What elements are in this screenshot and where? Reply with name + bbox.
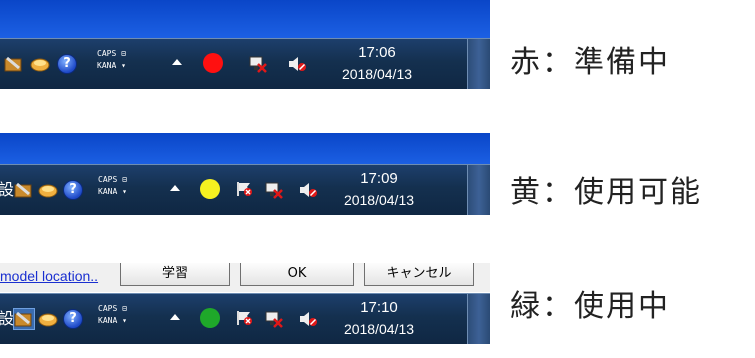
tray-tool-icon[interactable] <box>4 54 24 74</box>
system-tray: 設 ? CAPS ⊟ KANA ▾ 17:09 2018/04/13 <box>0 165 455 215</box>
desktop-background <box>0 133 490 165</box>
truncated-app-label: 設 <box>0 309 15 328</box>
desktop-background <box>0 0 490 38</box>
help-icon[interactable]: ? <box>63 180 83 200</box>
clock-time: 17:06 <box>358 44 396 61</box>
ime-status[interactable]: CAPS ⊟ KANA ▾ <box>98 174 127 198</box>
status-dot-green-icon <box>200 308 220 328</box>
clock-date: 2018/04/13 <box>341 66 413 82</box>
action-center-flag-icon[interactable] <box>236 310 254 326</box>
caps-indicator: CAPS ⊟ <box>98 304 127 313</box>
truncated-app-label: 設 <box>0 180 15 199</box>
cancel-button[interactable]: キャンセル <box>364 263 474 286</box>
ime-status[interactable]: CAPS ⊟ KANA ▾ <box>97 48 126 72</box>
network-disconnected-icon[interactable] <box>248 54 268 74</box>
kana-indicator: KANA ▾ <box>98 316 127 325</box>
status-label-red: 赤：準備中 <box>510 45 670 80</box>
speaker-muted-icon[interactable] <box>298 309 318 329</box>
caps-indicator: CAPS ⊟ <box>97 49 126 58</box>
taskbar-yellow: 設 ? CAPS ⊟ KANA ▾ 17:09 2018/04/13 <box>0 164 490 215</box>
kana-indicator: KANA ▾ <box>98 187 127 196</box>
ok-button[interactable]: OK <box>240 263 354 286</box>
show-hidden-icons-arrow[interactable] <box>172 59 182 65</box>
status-dot-red-icon <box>203 53 223 73</box>
tray-package-icon[interactable] <box>30 54 50 74</box>
clock-time: 17:10 <box>360 299 398 316</box>
system-tray: ? CAPS ⊟ KANA ▾ 17:06 2018/04/13 <box>0 39 455 89</box>
status-dot-yellow-icon <box>200 179 220 199</box>
tray-tool-icon[interactable] <box>13 308 35 330</box>
show-desktop-button[interactable] <box>467 165 490 215</box>
model-location-link[interactable]: model location.. <box>0 266 98 286</box>
network-disconnected-icon[interactable] <box>264 309 284 329</box>
status-label-green: 緑：使用中 <box>510 289 670 324</box>
show-desktop-button[interactable] <box>467 39 490 89</box>
status-label-yellow: 黄：使用可能 <box>510 175 702 210</box>
help-icon[interactable]: ? <box>57 54 77 74</box>
clock[interactable]: 17:06 2018/04/13 <box>327 43 427 85</box>
clock-time: 17:09 <box>360 170 398 187</box>
ime-status[interactable]: CAPS ⊟ KANA ▾ <box>98 303 127 327</box>
clock-date: 2018/04/13 <box>343 192 415 208</box>
tray-package-icon[interactable] <box>38 309 58 329</box>
clock[interactable]: 17:09 2018/04/13 <box>329 169 429 211</box>
network-disconnected-icon[interactable] <box>264 180 284 200</box>
taskbar-red: ? CAPS ⊟ KANA ▾ 17:06 2018/04/13 <box>0 38 490 89</box>
show-hidden-icons-arrow[interactable] <box>170 314 180 320</box>
clock[interactable]: 17:10 2018/04/13 <box>329 298 429 340</box>
clock-date: 2018/04/13 <box>343 321 415 337</box>
kana-indicator: KANA ▾ <box>97 61 126 70</box>
speaker-muted-icon[interactable] <box>287 54 307 74</box>
show-desktop-button[interactable] <box>467 294 490 344</box>
taskbar-green: 設 ? CAPS ⊟ KANA ▾ 17:10 2018/04/13 <box>0 293 490 344</box>
action-center-flag-icon[interactable] <box>236 181 254 197</box>
caps-indicator: CAPS ⊟ <box>98 175 127 184</box>
tray-package-icon[interactable] <box>38 180 58 200</box>
speaker-muted-icon[interactable] <box>298 180 318 200</box>
tray-tool-icon[interactable] <box>14 180 34 200</box>
learn-button[interactable]: 学習 <box>120 263 230 286</box>
dialog-button-strip: model location.. 学習 OK キャンセル <box>0 262 490 292</box>
help-icon[interactable]: ? <box>63 309 83 329</box>
system-tray: 設 ? CAPS ⊟ KANA ▾ 17:10 2018/04/13 <box>0 294 455 344</box>
show-hidden-icons-arrow[interactable] <box>170 185 180 191</box>
